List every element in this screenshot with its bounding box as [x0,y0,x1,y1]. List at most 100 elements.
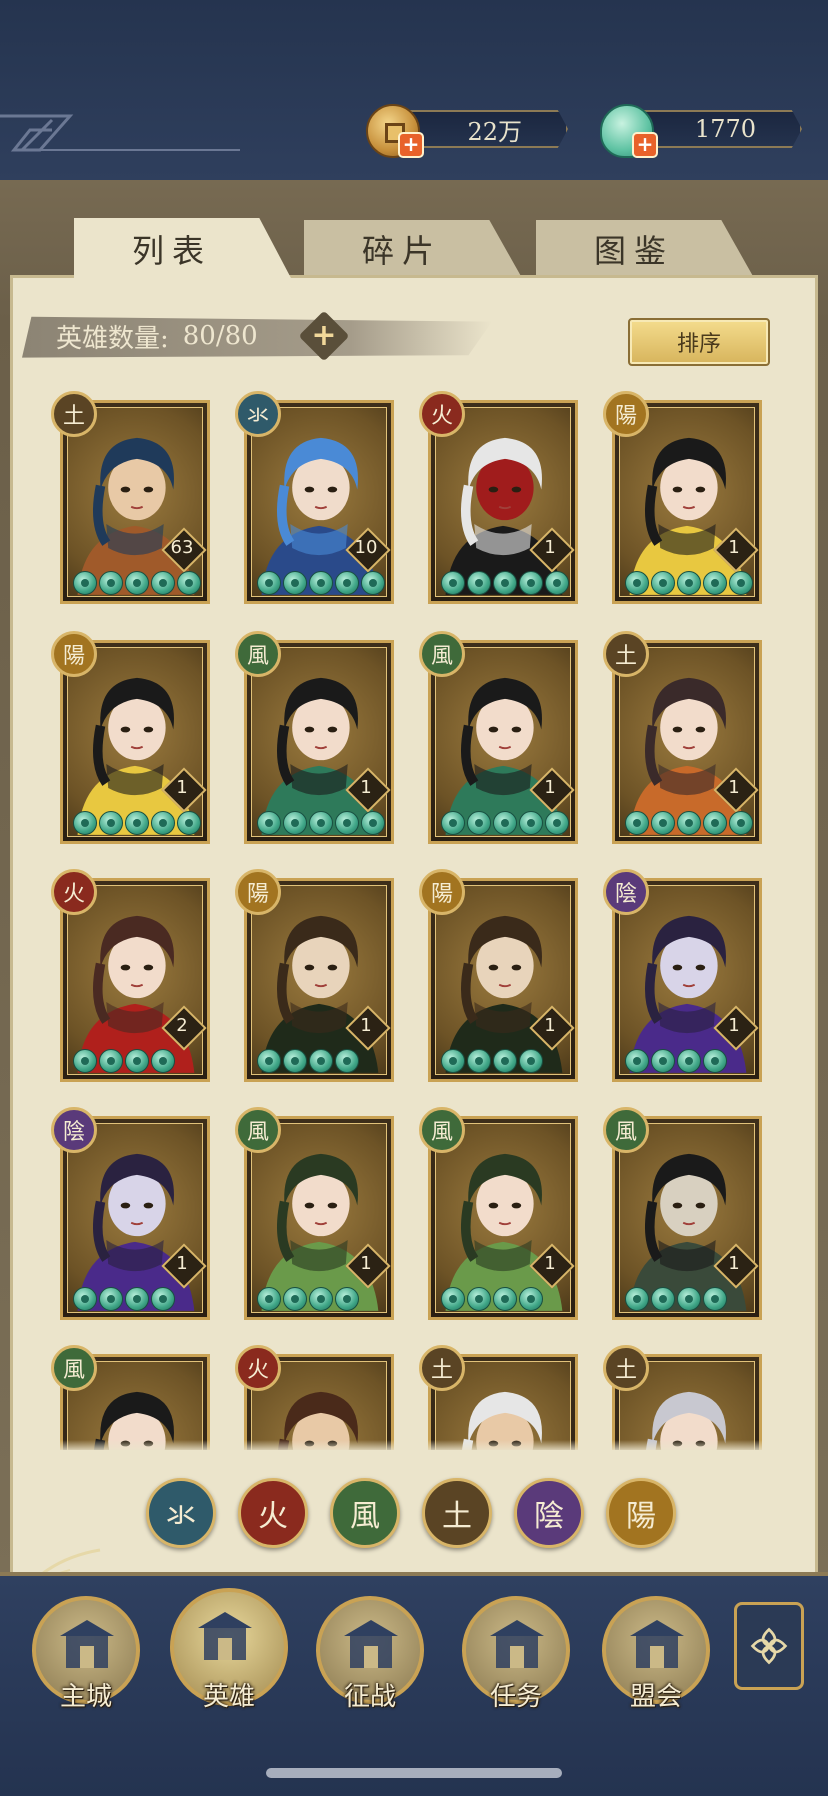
jade-star-icon [467,1049,491,1073]
nav-label: 征战 [343,1682,396,1712]
hero-star-row [257,811,385,837]
hero-card[interactable]: 火2 [51,869,210,1082]
jade-star-icon [309,811,333,835]
jade-star-icon [177,571,201,595]
hero-card[interactable]: 陽1 [603,391,762,604]
hero-level-badge: 1 [531,529,569,567]
jade-star-icon [441,571,465,595]
jade-star-icon [177,811,201,835]
hero-card[interactable]: 陽1 [235,869,394,1082]
hero-level: 1 [728,1253,740,1274]
jade-star-icon [703,1287,727,1311]
element-badge-fire: 火 [235,1345,281,1391]
hero-star-row [73,1287,175,1313]
city-gate-icon [60,1620,114,1668]
hero-level: 1 [544,1015,556,1036]
element-badge-fire: 火 [51,869,97,915]
jade-star-icon [519,571,543,595]
hero-level: 63 [170,537,194,558]
jade-add-button[interactable]: + [632,132,658,158]
hero-star-row [73,571,201,597]
hero-card[interactable]: 風1 [235,631,394,844]
element-badge-earth: 土 [603,631,649,677]
jade-currency: 1770 + [600,104,806,158]
hero-star-row [257,1049,359,1075]
jade-star-icon [651,811,675,835]
hero-capacity-add-button[interactable]: + [298,310,350,362]
plus-icon: + [311,318,337,353]
jade-star-icon [493,1287,517,1311]
hero-level-badge: 1 [163,1245,201,1283]
jade-star-icon [625,1287,649,1311]
hero-card[interactable]: 陰1 [603,869,762,1082]
hero-card[interactable]: 土 [419,1345,578,1450]
hero-card[interactable]: 土 [603,1345,762,1450]
hero-card[interactable]: 火1 [419,391,578,604]
hero-card[interactable]: 氺 10 [235,391,394,604]
hero-level: 1 [360,1015,372,1036]
hero-card[interactable]: 風1 [603,1107,762,1320]
hero-card[interactable]: 陽1 [419,869,578,1082]
hero-level: 1 [544,777,556,798]
hero-level: 1 [544,1253,556,1274]
jade-star-icon [73,1049,97,1073]
jade-star-icon [493,1049,517,1073]
element-badge-yang: 陽 [51,631,97,677]
tab-fragments[interactable]: 碎片 [304,220,522,278]
hero-card[interactable]: 陰1 [51,1107,210,1320]
hero-card[interactable]: 火 [235,1345,394,1450]
filter-wind-button[interactable]: 風 [330,1478,400,1548]
hero-card[interactable]: 風1 [235,1107,394,1320]
filter-earth-button[interactable]: 土 [422,1478,492,1548]
filter-yin-button[interactable]: 陰 [514,1478,584,1548]
element-badge-earth: 土 [51,391,97,437]
hero-card[interactable]: 風1 [419,1107,578,1320]
filter-water-button[interactable]: 氺 [146,1478,216,1548]
hero-level-badge: 63 [163,529,201,567]
flower-menu-button[interactable] [734,1602,804,1690]
flower-menu-icon [750,1627,788,1665]
jade-star-icon [257,1287,281,1311]
jade-star-icon [703,811,727,835]
jade-star-icon [703,571,727,595]
hero-card[interactable]: 土1 [603,631,762,844]
hero-count-value: 80/80 [182,321,258,351]
element-badge-yang: 陽 [603,391,649,437]
filter-fire-button[interactable]: 火 [238,1478,308,1548]
hero-card[interactable]: 風1 [419,631,578,844]
jade-star-icon [519,1287,543,1311]
quest-scroll-icon [490,1620,544,1668]
decorative-pattern-icon [0,114,240,152]
jade-star-icon [729,571,753,595]
hero-star-row [625,571,753,597]
home-indicator [266,1768,562,1778]
element-badge-earth: 土 [419,1345,465,1391]
hero-card[interactable]: 陽1 [51,631,210,844]
jade-star-icon [441,811,465,835]
hero-card[interactable]: 土 63 [51,391,210,604]
jade-star-icon [677,811,701,835]
nav-label: 英雄 [202,1682,255,1712]
filter-yang-button[interactable]: 陽 [606,1478,676,1548]
hero-level-badge: 10 [347,529,385,567]
jade-star-icon [545,811,569,835]
element-badge-earth: 土 [603,1345,649,1391]
tab-list[interactable]: 列表 [74,218,292,280]
coin-add-button[interactable]: + [398,132,424,158]
hero-card[interactable]: 風 [51,1345,210,1450]
hero-star-row [625,1049,727,1075]
hero-star-row [73,1049,175,1075]
nav-label: 盟会 [629,1682,682,1712]
element-badge-yin: 陰 [603,869,649,915]
hero-star-row [625,811,753,837]
jade-star-icon [151,1049,175,1073]
hero-level: 1 [728,1015,740,1036]
jade-star-icon [73,571,97,595]
jade-star-icon [703,1049,727,1073]
hero-level: 1 [544,537,556,558]
jade-star-icon [151,571,175,595]
sort-button[interactable]: 排序 [628,318,770,366]
grid-fade [30,1440,798,1452]
tab-codex[interactable]: 图鉴 [536,220,754,278]
jade-star-icon [361,811,385,835]
